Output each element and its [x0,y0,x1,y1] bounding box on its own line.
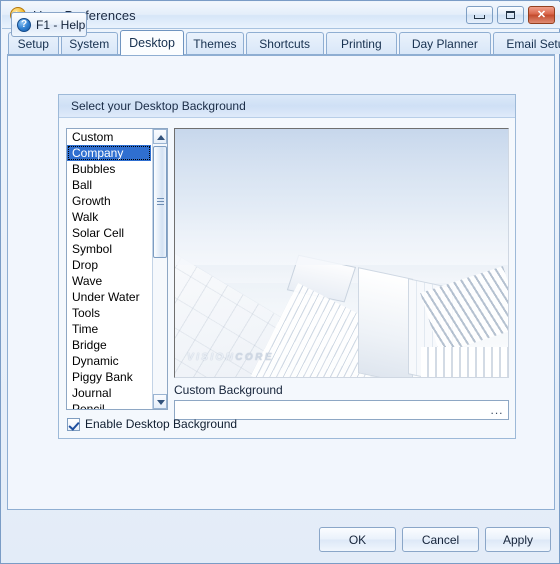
tab-printing[interactable]: Printing [325,32,397,54]
background-listbox[interactable]: Custom Company Bubbles Ball Growth Walk Solar … [66,128,168,410]
list-item[interactable]: Ball [67,177,151,193]
help-button-label: F1 - Help [36,17,86,32]
list-item[interactable]: Drop [67,257,151,273]
custom-background-label: Custom Background [174,383,283,397]
list-item[interactable]: Walk [67,209,151,225]
tab-shortcuts[interactable]: Shortcuts [245,32,324,54]
list-item[interactable]: Time [67,321,151,337]
listbox-scrollbar[interactable] [152,129,167,409]
tab-email-setup[interactable]: Email Setup [492,32,560,54]
tab-content-desktop: Select your Desktop Background Custom Com… [7,55,555,510]
preview-pillars [421,347,508,377]
watermark-primary: VISION [187,352,236,363]
desktop-background-groupbox: Select your Desktop Background Custom Com… [58,94,516,439]
list-item[interactable]: Pencil [67,401,151,409]
window-controls: ✕ [466,6,555,24]
maximize-button[interactable] [497,6,524,24]
scroll-down-button[interactable] [153,394,167,409]
background-list-items: Custom Company Bubbles Ball Growth Walk Solar … [67,129,151,409]
background-preview-image: VISION CORE [174,128,509,378]
tab-day-planner[interactable]: Day Planner [398,32,491,54]
list-item[interactable]: Company [67,145,151,161]
scrollbar-grip-icon [157,198,164,206]
list-item[interactable]: Piggy Bank [67,369,151,385]
minimize-icon [467,7,492,23]
tab-desktop[interactable]: Desktop [119,30,185,55]
groupbox-title: Select your Desktop Background [59,95,515,118]
list-item[interactable]: Tools [67,305,151,321]
list-item[interactable]: Under Water [67,289,151,305]
cancel-button[interactable]: Cancel [402,527,479,552]
list-item[interactable]: Journal [67,385,151,401]
close-icon: ✕ [536,8,547,21]
enable-desktop-background-checkbox[interactable] [67,417,80,431]
ok-button[interactable]: OK [319,527,396,552]
question-mark-icon: ? [17,17,31,32]
enable-desktop-background-row[interactable]: Enable Desktop Background [67,417,237,431]
scroll-up-button[interactable] [153,129,167,144]
watermark-secondary: CORE [235,352,274,363]
list-item[interactable]: Bridge [67,337,151,353]
user-preferences-window: User Preferences ✕ SetupSystemDesktopThe… [0,0,560,564]
preview-haze [175,129,508,266]
enable-desktop-background-label: Enable Desktop Background [85,417,238,431]
close-button[interactable]: ✕ [528,6,555,24]
tab-themes[interactable]: Themes [186,32,244,54]
list-item[interactable]: Wave [67,273,151,289]
list-item[interactable]: Dynamic [67,353,151,369]
maximize-icon [498,7,523,23]
scrollbar-thumb[interactable] [153,146,167,258]
list-item[interactable]: Symbol [67,241,151,257]
list-item[interactable]: Custom [67,129,151,145]
list-item[interactable]: Solar Cell [67,225,151,241]
chevron-up-icon [157,135,165,140]
list-item[interactable]: Bubbles [67,161,151,177]
list-item[interactable]: Growth [67,193,151,209]
chevron-down-icon [157,400,165,405]
preview-tower-a [358,266,414,377]
preview-watermark: VISION CORE [187,352,274,363]
browse-button[interactable]: ... [487,402,507,418]
minimize-button[interactable] [466,6,493,24]
apply-button[interactable]: Apply [485,527,551,552]
help-button[interactable]: ? F1 - Help [11,12,87,37]
